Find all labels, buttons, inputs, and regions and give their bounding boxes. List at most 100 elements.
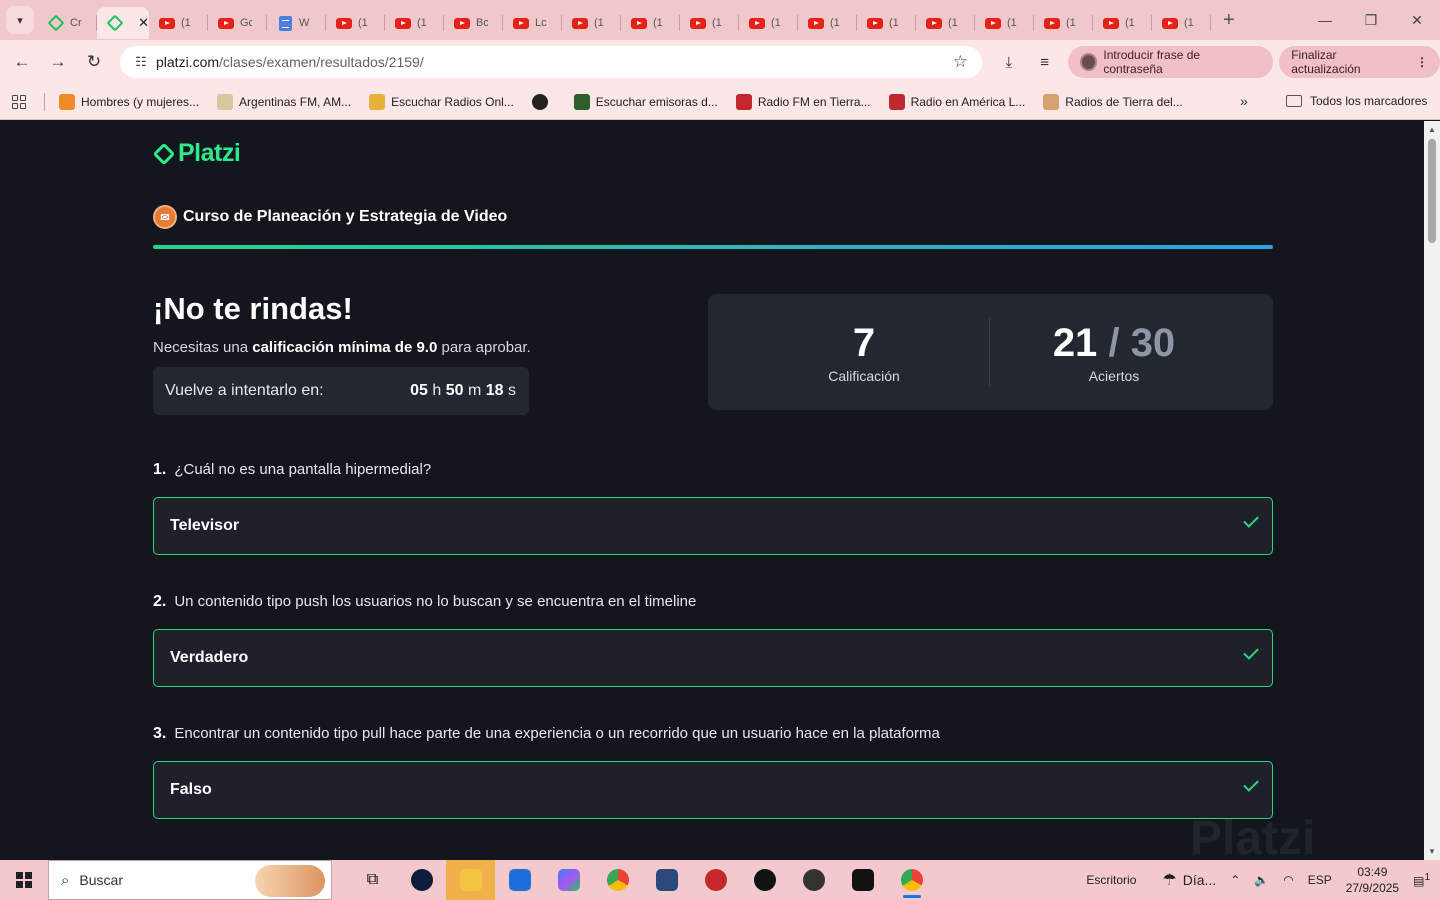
browser-tab[interactable]: (1 [326,7,385,39]
youtube-icon [513,15,529,31]
answer-option-2[interactable]: Verdadero [153,629,1273,687]
media-player-button[interactable] [642,860,691,900]
tab-search-button[interactable]: ▾ [6,6,34,34]
toolbar-right: ⤓ ≡ Introducir frase de contraseña Final… [996,46,1440,78]
new-tab-button[interactable]: + [1223,9,1235,32]
bookmark-item[interactable]: Radio en América L... [888,93,1025,110]
media-control-icon[interactable]: ≡ [1032,49,1058,75]
scroll-down-icon[interactable]: ▼ [1428,847,1436,856]
browser-tab[interactable]: Cr [38,7,97,39]
volume-icon[interactable]: 🔈 [1254,873,1269,887]
wifi-icon[interactable]: ◠ [1283,873,1293,887]
arrow-right-icon: → [49,52,67,71]
passphrase-button[interactable]: Introducir frase de contraseña [1067,46,1274,78]
forward-button[interactable]: → [40,44,76,80]
search-highlight-image [255,865,325,897]
browser-tab[interactable]: (1 [975,7,1034,39]
weather-label[interactable]: Día... [1183,872,1216,888]
browser-tab[interactable]: (1 [621,7,680,39]
bookmark-star-icon[interactable]: ☆ [953,52,968,72]
question-number: 1. [153,461,167,478]
finish-update-button[interactable]: Finalizar actualización ⋮ [1279,46,1440,78]
browser-tab[interactable]: ✕ [97,7,149,39]
retry-timer: 05 h 50 m 18 s [410,382,516,400]
browser-tab[interactable]: Gc [208,7,267,39]
file-explorer-button[interactable] [446,860,495,900]
answer-option-1[interactable]: Televisor [153,497,1273,555]
question-number: 3. [153,725,167,742]
store-icon [508,869,531,891]
tab-title: (1 [1066,17,1076,29]
language-indicator[interactable]: ESP [1308,873,1332,887]
desktop-label[interactable]: Escritorio [1086,873,1136,887]
progress-divider [153,245,1273,249]
chrome-profile-button[interactable] [887,860,936,900]
tab-title: (1 [771,17,781,29]
restore-button[interactable]: ❐ [1348,0,1394,40]
browser-tab[interactable]: (1 [857,7,916,39]
obs-button[interactable] [789,860,838,900]
store-button[interactable] [495,860,544,900]
close-tab-icon[interactable]: ✕ [138,15,149,31]
requirement-suffix: para aprobar. [437,339,531,356]
all-bookmarks-button[interactable]: Todos los marcadores [1286,94,1427,108]
red-app-button[interactable] [691,860,740,900]
browser-tab[interactable]: (1 [798,7,857,39]
page-scrollbar[interactable]: ▲ ▼ [1424,121,1440,860]
requirement-prefix: Necesitas una [153,339,253,356]
browser-tab[interactable]: (1 [149,7,208,39]
browser-tab[interactable]: (1 [1152,7,1211,39]
capcut-button[interactable] [838,860,887,900]
close-window-button[interactable]: ✕ [1394,0,1440,40]
bookmark-item[interactable]: Hombres (y mujeres... [59,93,199,110]
browser-tab[interactable]: (1 [680,7,739,39]
bookmark-favicon-icon [735,93,752,110]
reload-button[interactable]: ↻ [76,44,112,80]
more-bookmarks-icon[interactable]: » [1240,93,1248,109]
clock[interactable]: 03:49 27/9/2025 [1346,864,1399,896]
browser-tab[interactable]: Bc [444,7,503,39]
browser-tab[interactable]: W [267,7,326,39]
timer-minutes-unit: m [467,382,482,399]
platzi-logo[interactable]: Platzi [152,139,241,168]
tab-title: Cr [70,17,82,29]
timer-seconds-unit: s [508,382,516,399]
answer-option-3[interactable]: Falso [153,761,1273,819]
bookmark-item[interactable]: Argentinas FM, AM... [217,93,351,110]
bookmark-item[interactable]: Radios de Tierra del... [1043,93,1183,110]
url-host: platzi.com [156,54,220,70]
address-bar[interactable]: ☷ platzi.com/clases/examen/resultados/21… [120,46,982,78]
minimize-button[interactable]: — [1302,0,1348,40]
back-button[interactable]: ← [4,44,40,80]
course-title: Curso de Planeación y Estrategia de Vide… [183,208,508,225]
bookmark-item[interactable]: Escuchar Radios Onl... [369,93,514,110]
chevron-up-icon[interactable]: ⌃ [1230,873,1240,887]
taskbar-search[interactable]: ⌕ Buscar [48,860,332,900]
browser-tab[interactable]: Lc [503,7,562,39]
site-info-icon[interactable]: ☷ [126,54,156,70]
bookmark-item[interactable]: Escuchar emisoras d... [573,93,718,110]
bookmark-item[interactable] [531,93,556,110]
m365-button[interactable] [544,860,593,900]
bookmark-item[interactable]: Radio FM en Tierra... [735,93,871,110]
apps-icon[interactable] [12,94,26,109]
start-button[interactable] [0,872,48,888]
browser-tab[interactable]: (1 [1093,7,1152,39]
browser-tab[interactable]: (1 [562,7,621,39]
tab-strip: ▾ Cr ✕ (1 Gc W (1 (1 Bc Lc (1 (1 (1 (1 (1 (1 (1 (1 (1 (1 (1… [0,0,1440,40]
browser-tab[interactable]: (1 [739,7,798,39]
browser-tab[interactable]: (1 [1034,7,1093,39]
tiktok-button[interactable] [740,860,789,900]
url-text[interactable]: platzi.com/clases/examen/resultados/2159… [156,54,424,70]
app-button-circle[interactable] [397,860,446,900]
course-title-link[interactable]: ✉ Curso de Planeación y Estrategia de Vi… [153,205,507,229]
task-view-button[interactable]: ⧉ [348,860,397,900]
download-icon[interactable]: ⤓ [996,49,1022,75]
chrome-button[interactable] [593,860,642,900]
weather-icon[interactable]: ☂ [1162,870,1176,890]
browser-tab[interactable]: (1 [385,7,444,39]
browser-tab[interactable]: (1 [916,7,975,39]
scrollbar-thumb[interactable] [1428,139,1436,243]
scroll-up-icon[interactable]: ▲ [1428,125,1436,134]
notifications-icon[interactable]: ▤1 [1413,872,1430,888]
